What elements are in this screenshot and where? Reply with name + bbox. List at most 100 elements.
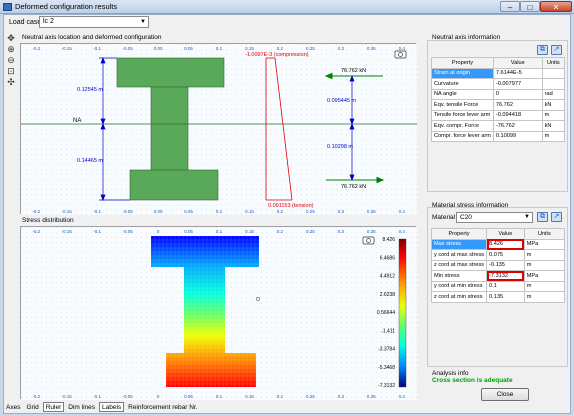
- table-cell: 0.1: [486, 280, 525, 292]
- ruler-tick-label: 0.35: [367, 229, 376, 234]
- table-row[interactable]: Compr. force lever arm 0.10099 m: [431, 130, 566, 142]
- copy-icon[interactable]: ⧉: [537, 45, 548, 55]
- table-cell: NA angle: [431, 88, 494, 100]
- close-button[interactable]: Close: [481, 388, 529, 401]
- material-label: Material: [432, 214, 456, 221]
- ruler-tick-label: -0.1: [93, 394, 101, 399]
- camera-icon[interactable]: [362, 236, 375, 245]
- copy-icon[interactable]: ⧉: [537, 212, 548, 222]
- bottom-panel-title: Stress distribution: [22, 217, 74, 224]
- table-row[interactable]: Eqv. tensile Force 76.762 kN: [431, 99, 566, 111]
- legend-value: 4.4912: [380, 274, 396, 280]
- ruler-tick-label: 0.1: [216, 394, 223, 399]
- table-cell: m: [523, 249, 566, 261]
- column-header: Units: [541, 57, 566, 69]
- table-row[interactable]: Curvature -0.007977: [431, 78, 566, 90]
- table-cell: z cord at max stress: [430, 259, 488, 271]
- table-cell: 7.6144E-5: [492, 67, 543, 79]
- table-cell: 76.762: [492, 99, 543, 111]
- material-stress-table: Property Value Units Max stress 8.426 MPa y co…: [430, 228, 566, 303]
- ruler-tick-label: 0.15: [245, 46, 254, 51]
- table-row[interactable]: y cord at max stress 0.075 m: [430, 249, 566, 261]
- ruler-tick-label: 0.35: [367, 209, 376, 214]
- ruler-tick-label: -0.05: [122, 46, 133, 51]
- ruler-tick-label: -0.1: [93, 46, 101, 51]
- tab-reinforcement-rebar[interactable]: Reinforcement rebar Nr.: [126, 403, 199, 413]
- ruler-tick-label: 0.2: [277, 46, 284, 51]
- maximize-button[interactable]: □: [520, 1, 540, 12]
- analysis-verdict: Cross section is adequate: [432, 377, 513, 384]
- legend-value: -5.3468: [378, 365, 395, 371]
- dim-bottom-label: 0.14465 m: [77, 158, 103, 164]
- table-cell: y cord at max stress: [430, 249, 488, 261]
- table-cell: 8.426: [486, 238, 525, 250]
- tab-dim-lines[interactable]: Dim lines: [66, 403, 97, 413]
- camera-icon[interactable]: [394, 50, 407, 59]
- ruler-tick-label: -0.05: [122, 209, 133, 214]
- table-cell: MPa: [523, 270, 566, 282]
- zoom-out-icon[interactable]: ⊖: [5, 55, 17, 66]
- table-cell: Min stress: [430, 270, 488, 282]
- view-toolbar: ✥ ⊕ ⊖ ⊡ ✣: [5, 33, 17, 88]
- table-row[interactable]: Min stress -7.3132 MPa: [430, 270, 566, 282]
- chevron-down-icon: ▼: [524, 214, 530, 220]
- neutral-axis-table: Property Value Units Strain at origin 7.6144…: [431, 57, 566, 142]
- neutral-axis-title: Neutral axis information: [432, 34, 501, 41]
- ruler-tick-label: 0.25: [306, 209, 315, 214]
- ruler-tick-label: 0.3: [338, 394, 345, 399]
- table-row[interactable]: z cord at max stress -0.135 m: [430, 259, 566, 271]
- deformed-configuration-plot[interactable]: NA 0.12545 m 0.14465 m 0.095445 m 0.1029…: [20, 43, 417, 215]
- close-window-button[interactable]: ✕: [540, 1, 572, 12]
- zoom-window-icon[interactable]: ⊡: [5, 66, 17, 77]
- ruler-tick-label: -0.15: [62, 209, 73, 214]
- analysis-info-label: Analysis info: [432, 370, 469, 377]
- table-cell: Eqv. tensile Force: [431, 99, 494, 111]
- table-cell: -0.135: [486, 259, 525, 271]
- export-icon[interactable]: ↗: [551, 212, 562, 222]
- zoom-extents-icon[interactable]: ✣: [5, 77, 17, 88]
- ruler-tick-label: 0.15: [245, 229, 254, 234]
- table-cell: Max stress: [430, 238, 488, 250]
- minimize-button[interactable]: –: [500, 1, 520, 12]
- column-header: Units: [523, 228, 566, 240]
- tab-axes[interactable]: Axes: [4, 403, 22, 413]
- display-options-bar: Axes Grid Ruler Dim lines Labels Reinforcemen…: [4, 402, 202, 413]
- column-header: Value: [486, 228, 525, 240]
- table-cell: [541, 78, 566, 90]
- ruler-tick-label: -0.1: [93, 229, 101, 234]
- table-cell: Compr. force lever arm: [431, 130, 494, 142]
- ruler-tick-label: 0.1: [216, 46, 223, 51]
- table-cell: Eqv. compr. Force: [431, 120, 494, 132]
- table-row[interactable]: Eqv. compr. Force -76.762 kN: [431, 120, 566, 132]
- table-row[interactable]: Strain at origin 7.6144E-5: [431, 67, 566, 79]
- force-top-label: 76.762 kN: [341, 68, 366, 74]
- material-select[interactable]: C20 ▼: [456, 212, 533, 223]
- table-row[interactable]: Max stress 8.426 MPa: [430, 238, 566, 250]
- top-panel-title: Neutral axis location and deformed confi…: [22, 34, 162, 41]
- move-icon[interactable]: ✥: [5, 33, 17, 44]
- ruler-tick-label: 0.1: [216, 229, 223, 234]
- ruler-tick-label: -0.15: [62, 229, 73, 234]
- table-cell: -76.762: [492, 120, 543, 132]
- tab-grid[interactable]: Grid: [24, 403, 40, 413]
- arm-top-label: 0.095445 m: [327, 98, 356, 104]
- ruler-tick-label: 0.35: [367, 394, 376, 399]
- load-case-select[interactable]: lc 2 ▼: [39, 16, 149, 28]
- tab-ruler[interactable]: Ruler: [42, 402, 65, 412]
- table-cell: y cord at min stress: [430, 280, 488, 292]
- table-cell: MPa: [523, 238, 566, 250]
- ruler-tick-label: 0.2: [277, 209, 284, 214]
- zoom-in-icon[interactable]: ⊕: [5, 44, 17, 55]
- legend-value: 0.56644: [377, 310, 395, 316]
- table-cell: -0.007977: [492, 78, 543, 90]
- table-row[interactable]: z cord at min stress 0.135 m: [430, 291, 566, 303]
- table-row[interactable]: y cord at min stress 0.1 m: [430, 280, 566, 292]
- table-row[interactable]: NA angle 0 rad: [431, 88, 566, 100]
- table-cell: Curvature: [431, 78, 494, 90]
- stress-distribution-plot[interactable]: 8.426 6.4686 4.4912 2.6238 0.56644 -1.411 -3.3…: [20, 226, 417, 400]
- arm-bottom-label: 0.10298 m: [327, 144, 353, 150]
- export-icon[interactable]: ↗: [551, 45, 562, 55]
- tab-labels[interactable]: Labels: [99, 402, 125, 412]
- material-title: Material stress information: [432, 202, 509, 209]
- table-row[interactable]: Tensile force lever arm -0.094418 m: [431, 109, 566, 121]
